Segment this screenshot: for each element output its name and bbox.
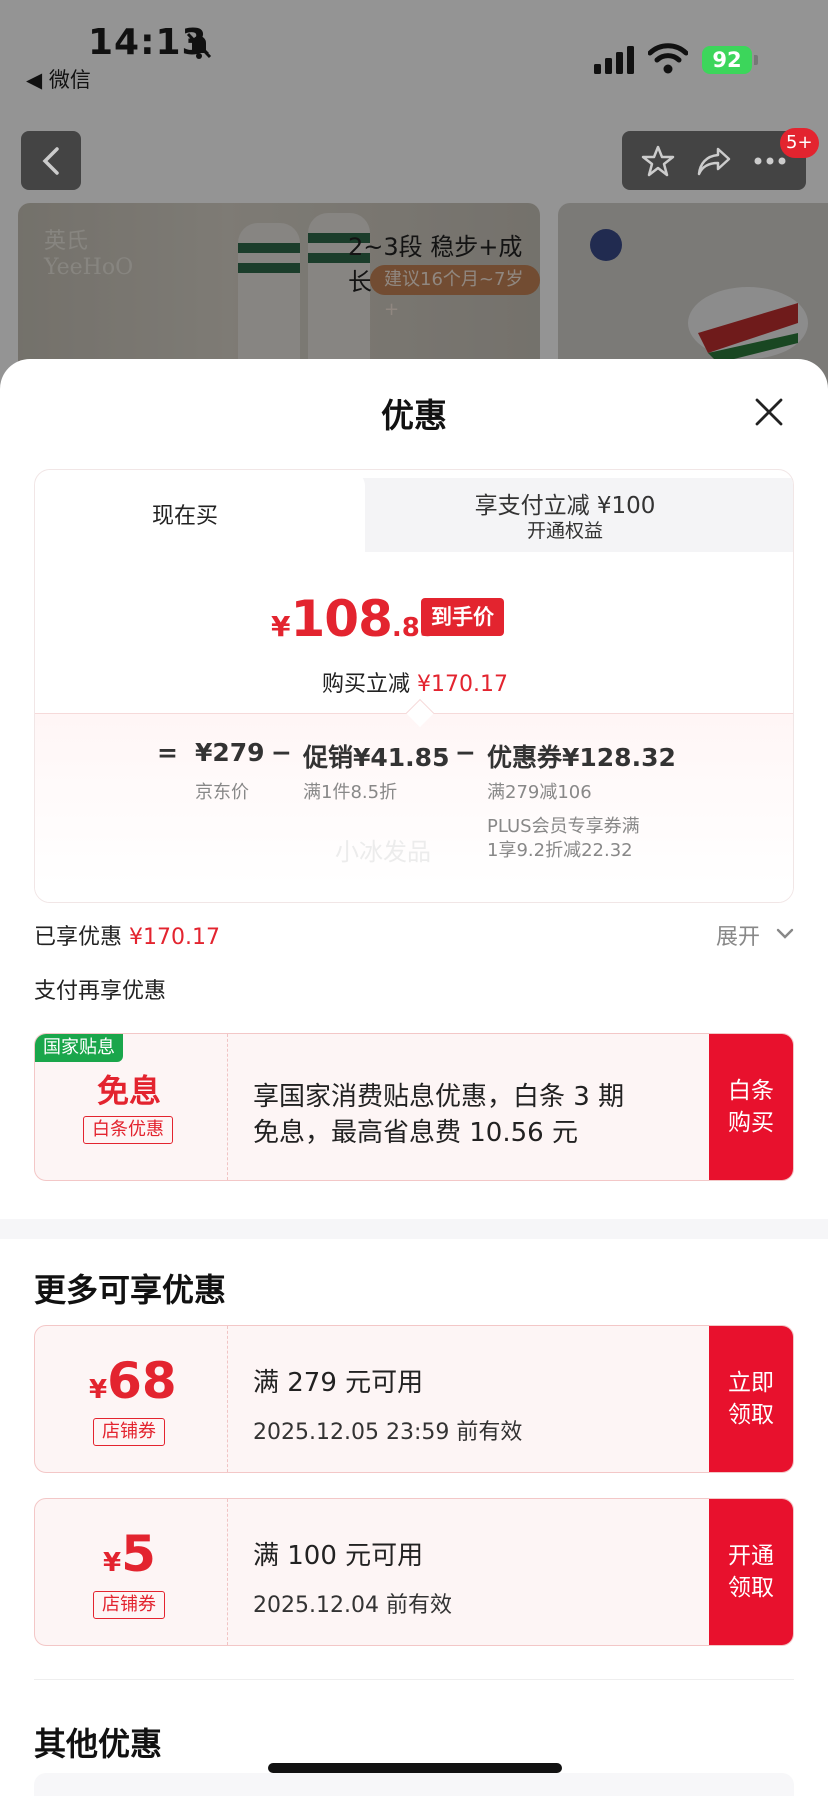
shop-coupon-tag: 店铺券	[93, 1418, 165, 1446]
tab-pay-discount-label: 享支付立减 ¥100	[474, 493, 656, 519]
nav-actions-group	[622, 131, 806, 190]
pay-more-title: 支付再享优惠	[34, 979, 167, 1004]
other-discount-card	[34, 1773, 794, 1796]
battery-indicator: 92	[702, 46, 752, 74]
interest-free-label: 免息	[97, 1072, 162, 1110]
share-icon[interactable]	[696, 145, 732, 177]
coupon-divider	[227, 1034, 228, 1180]
close-icon[interactable]	[754, 397, 784, 427]
open-and-claim-button[interactable]: 开通领取	[709, 1499, 793, 1645]
more-discounts-title: 更多可享优惠	[34, 1271, 227, 1309]
shop-coupon-tag: 店铺券	[93, 1591, 165, 1619]
reduce-line: 购买立减 ¥170.17	[322, 672, 508, 697]
interest-free-card: 国家贴息 免息 白条优惠 享国家消费贴息优惠，白条 3 期 免息，最高省息费 1…	[34, 1033, 794, 1181]
shop-coupon-card: ¥5 店铺券 满 100 元可用 2025.12.04 前有效 开通领取	[34, 1498, 794, 1646]
coupon-divider	[227, 1499, 228, 1645]
coupon-value: ¥5	[103, 1525, 156, 1583]
notification-badge: 5+	[780, 128, 819, 158]
wifi-icon	[648, 43, 688, 74]
back-to-app-link[interactable]: ◀ 微信	[26, 64, 91, 94]
jd-price: ¥279	[195, 738, 265, 767]
coupon-amount: 优惠券¥128.32	[487, 743, 676, 772]
promo-desc: 满1件8.5折	[303, 782, 398, 803]
star-icon[interactable]	[641, 144, 675, 178]
final-price-tag: 到手价	[421, 598, 504, 636]
jd-price-label: 京东价	[195, 782, 249, 803]
status-bar: 14:13 ◀ 微信 92	[0, 0, 828, 100]
minus-sign: −	[455, 738, 476, 767]
baitiao-buy-button[interactable]: 白条购买	[709, 1034, 793, 1180]
coupon-desc: PLUS会员专享券满	[487, 816, 640, 837]
interest-desc: 享国家消费贴息优惠，白条 3 期	[253, 1082, 625, 1112]
coupon-desc: 1享9.2折减22.32	[487, 840, 633, 861]
interest-desc: 免息，最高省息费 10.56 元	[253, 1118, 578, 1148]
coupon-validity: 2025.12.05 23:59 前有效	[253, 1420, 523, 1445]
section-divider	[34, 1679, 794, 1680]
enjoyed-discount: 已享优惠 ¥170.17	[34, 925, 220, 950]
signal-icon	[594, 46, 634, 74]
home-indicator[interactable]	[268, 1763, 562, 1773]
equals-sign: =	[157, 738, 178, 767]
claim-coupon-button[interactable]: 立即领取	[709, 1326, 793, 1472]
baitiao-tag: 白条优惠	[83, 1116, 173, 1144]
minus-sign: −	[271, 738, 292, 767]
back-button[interactable]	[21, 131, 81, 190]
final-price: ¥108.83	[271, 590, 438, 648]
coupon-divider	[227, 1326, 228, 1472]
other-discounts-title: 其他优惠	[34, 1725, 163, 1763]
more-icon[interactable]	[753, 156, 787, 166]
tab-pay-discount-sublabel: 开通权益	[526, 520, 603, 542]
discount-sheet: 优惠 现在买 享支付立减 ¥100 开通权益 ¥108.83 到手价 购买立减 …	[0, 359, 828, 1796]
price-breakdown: = ¥279 京东价 − 促销¥41.85 满1件8.5折 − 优惠券¥128.…	[35, 713, 793, 902]
chevron-down-icon[interactable]	[776, 927, 794, 941]
section-separator	[0, 1219, 828, 1239]
coupon-condition: 满 279 元可用	[253, 1368, 424, 1398]
coupon-validity: 2025.12.04 前有效	[253, 1593, 452, 1618]
coupon-condition: 满 100 元可用	[253, 1541, 424, 1571]
shop-coupon-card: ¥68 店铺券 满 279 元可用 2025.12.05 23:59 前有效 立…	[34, 1325, 794, 1473]
price-card: 现在买 享支付立减 ¥100 开通权益 ¥108.83 到手价 购买立减 ¥17…	[34, 469, 794, 903]
bell-muted-icon	[186, 32, 212, 59]
watermark: 小冰发品	[335, 838, 431, 866]
coupon-value: ¥68	[89, 1352, 177, 1410]
national-subsidy-tag: 国家贴息	[35, 1034, 123, 1062]
battery-tip	[754, 55, 758, 65]
promo-amount: 促销¥41.85	[303, 743, 450, 772]
chevron-left-icon	[42, 146, 59, 175]
sheet-title: 优惠	[381, 396, 447, 435]
expand-button[interactable]: 展开	[716, 919, 760, 951]
tab-buy-now-label: 现在买	[151, 504, 218, 529]
coupon-desc: 满279减106	[487, 782, 592, 803]
